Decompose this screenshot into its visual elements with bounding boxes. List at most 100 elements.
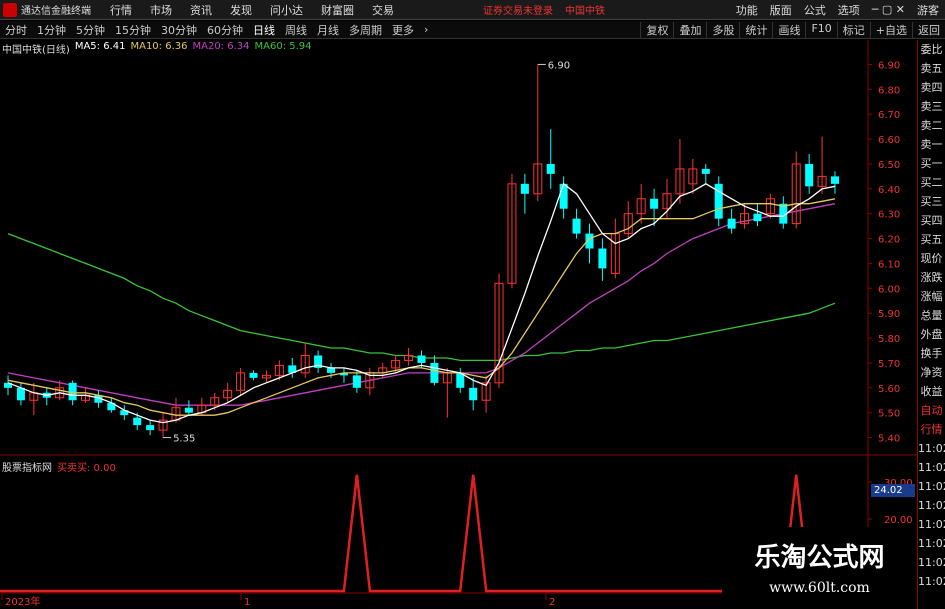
y-tick-label: 6.60 (878, 135, 900, 146)
sidebar-item[interactable]: 11:02 (918, 439, 945, 458)
sidebar-item[interactable]: 涨跌 (918, 268, 945, 287)
sidebar-item[interactable]: 涨幅 (918, 287, 945, 306)
sidebar-item[interactable]: 11:02 (918, 515, 945, 534)
sidebar-item[interactable]: 卖五 (918, 59, 945, 78)
title-bar: 通达信金融终端 行情 市场 资讯 发现 问小达 财富圈 交易 证券交易未登录 中… (0, 0, 945, 20)
sidebar-item[interactable]: 11:02 (918, 477, 945, 496)
sidebar-item[interactable]: 买五 (918, 230, 945, 249)
candle-body (184, 407, 193, 413)
btn-duogu[interactable]: 多股 (706, 21, 739, 38)
candle-body (598, 248, 607, 269)
y-tick-label: 6.20 (878, 235, 900, 246)
window-buttons[interactable]: ─ ▢ ✕ (872, 3, 905, 16)
y-tick-label: 6.30 (878, 210, 900, 221)
sidebar-item[interactable]: 换手 (918, 344, 945, 363)
sidebar-item[interactable]: 买二 (918, 173, 945, 192)
candle-body (559, 183, 568, 209)
y-tick-label: 6.70 (878, 110, 900, 121)
sidebar-item[interactable]: 委比 (918, 40, 945, 59)
btn-biaoji[interactable]: 标记 (836, 21, 870, 38)
tab-multi-period[interactable]: 多周期 (349, 22, 382, 38)
y-tick-label: 6.80 (878, 85, 900, 96)
ma20-label: MA20: 6.34 (192, 41, 250, 52)
tab-1min[interactable]: 1分钟 (37, 22, 66, 38)
tab-15min[interactable]: 15分钟 (115, 22, 151, 38)
x-tick-label: 1 (244, 597, 250, 608)
tab-daily[interactable]: 日线 (253, 22, 275, 38)
tab-60min[interactable]: 60分钟 (207, 22, 243, 38)
candle-body (327, 367, 336, 373)
sidebar-item[interactable]: 买四 (918, 211, 945, 230)
y-tick-label: 6.40 (878, 185, 900, 196)
y-tick-label: 5.70 (878, 359, 900, 370)
kline-chart[interactable]: 6.90 6.80 6.70 6.60 6.50 6.40 6.30 6.20 6.10 6.00… (0, 40, 917, 609)
btn-diejia[interactable]: 叠加 (673, 21, 706, 38)
sidebar-item[interactable]: 卖二 (918, 116, 945, 135)
menu-caifuquan[interactable]: 财富圈 (321, 2, 354, 18)
menu-xuanxiang[interactable]: 选项 (838, 2, 860, 18)
menu-gongneng[interactable]: 功能 (736, 2, 758, 18)
candle-body (805, 163, 814, 187)
tab-more[interactable]: 更多 (392, 22, 414, 38)
menu-shichang[interactable]: 市场 (150, 2, 172, 18)
y-tick-label: 6.00 (878, 284, 900, 295)
tab-monthly[interactable]: 月线 (317, 22, 339, 38)
btn-tongji[interactable]: 统计 (739, 21, 772, 38)
tab-fenshi[interactable]: 分时 (5, 22, 27, 38)
y-tick-label: 5.50 (878, 409, 900, 420)
y-tick-label: 6.50 (878, 160, 900, 171)
sidebar-item[interactable]: 11:02 (918, 458, 945, 477)
candle-body (701, 168, 710, 174)
candle-body (146, 425, 155, 431)
high-label: 6.90 (548, 60, 570, 71)
tab-weekly[interactable]: 周线 (285, 22, 307, 38)
period-toolbar: 分时 1分钟 5分钟 15分钟 30分钟 60分钟 日线 周线 月线 多周期 更… (0, 21, 945, 39)
tab-5min[interactable]: 5分钟 (76, 22, 105, 38)
btn-f10[interactable]: F10 (805, 21, 836, 38)
menu-faxian[interactable]: 发现 (230, 2, 252, 18)
btn-fanhui[interactable]: 返回 (912, 21, 945, 38)
menu-banmian[interactable]: 版面 (770, 2, 792, 18)
ma10-label: MA10: 6.36 (130, 41, 188, 52)
menu-hangqing[interactable]: 行情 (110, 2, 132, 18)
sidebar-item[interactable]: 买三 (918, 192, 945, 211)
tab-30min[interactable]: 30分钟 (161, 22, 197, 38)
guest-label[interactable]: 游客 (917, 2, 939, 18)
menu-wenxiaoda[interactable]: 问小达 (270, 2, 303, 18)
candle-body (650, 198, 659, 209)
menu-gongshi[interactable]: 公式 (804, 2, 826, 18)
sidebar-item[interactable]: 11:02 (918, 572, 945, 591)
menu-zixun[interactable]: 资讯 (190, 2, 212, 18)
sidebar-item[interactable]: 收益 (918, 382, 945, 401)
sidebar-item[interactable]: 买一 (918, 154, 945, 173)
sidebar-item[interactable]: 11:02 (918, 553, 945, 572)
sidebar-item[interactable]: 卖三 (918, 97, 945, 116)
sidebar-item[interactable]: 总量 (918, 306, 945, 325)
login-notice[interactable]: 证券交易未登录 (483, 2, 553, 17)
candle-body (430, 362, 439, 383)
sidebar-item[interactable]: 净资 (918, 363, 945, 382)
sidebar-item[interactable]: 卖四 (918, 78, 945, 97)
candle-body (133, 417, 142, 426)
sidebar-item[interactable]: 自动 (918, 401, 945, 420)
btn-huaxian[interactable]: 画线 (772, 21, 805, 38)
indicator-value-box: 24.02 (871, 484, 915, 497)
ma5-line (7, 182, 836, 424)
chevron-right-icon[interactable]: › (424, 23, 428, 36)
menu-jiaoyi[interactable]: 交易 (372, 2, 394, 18)
sidebar-item[interactable]: 11:02 (918, 496, 945, 515)
watermark-url: www.60lt.com (769, 580, 870, 596)
btn-zixuan[interactable]: +自选 (869, 21, 912, 38)
sidebar-item[interactable]: 行情 (918, 420, 945, 439)
candle-body (727, 218, 736, 229)
indicator-name: 股票指标网 (2, 463, 52, 474)
sidebar-item[interactable]: 现价 (918, 249, 945, 268)
indicator-legend: 股票指标网 买卖买: 0.00 (2, 459, 116, 474)
btn-fuquan[interactable]: 复权 (640, 21, 673, 38)
candle-body (546, 163, 555, 174)
y-tick-label: 6.10 (878, 259, 900, 270)
sidebar-item[interactable]: 外盘 (918, 325, 945, 344)
sidebar-item[interactable]: 卖一 (918, 135, 945, 154)
sidebar-item[interactable]: 11:02 (918, 534, 945, 553)
stock-period-label: 中国中铁(日线) (2, 45, 70, 56)
